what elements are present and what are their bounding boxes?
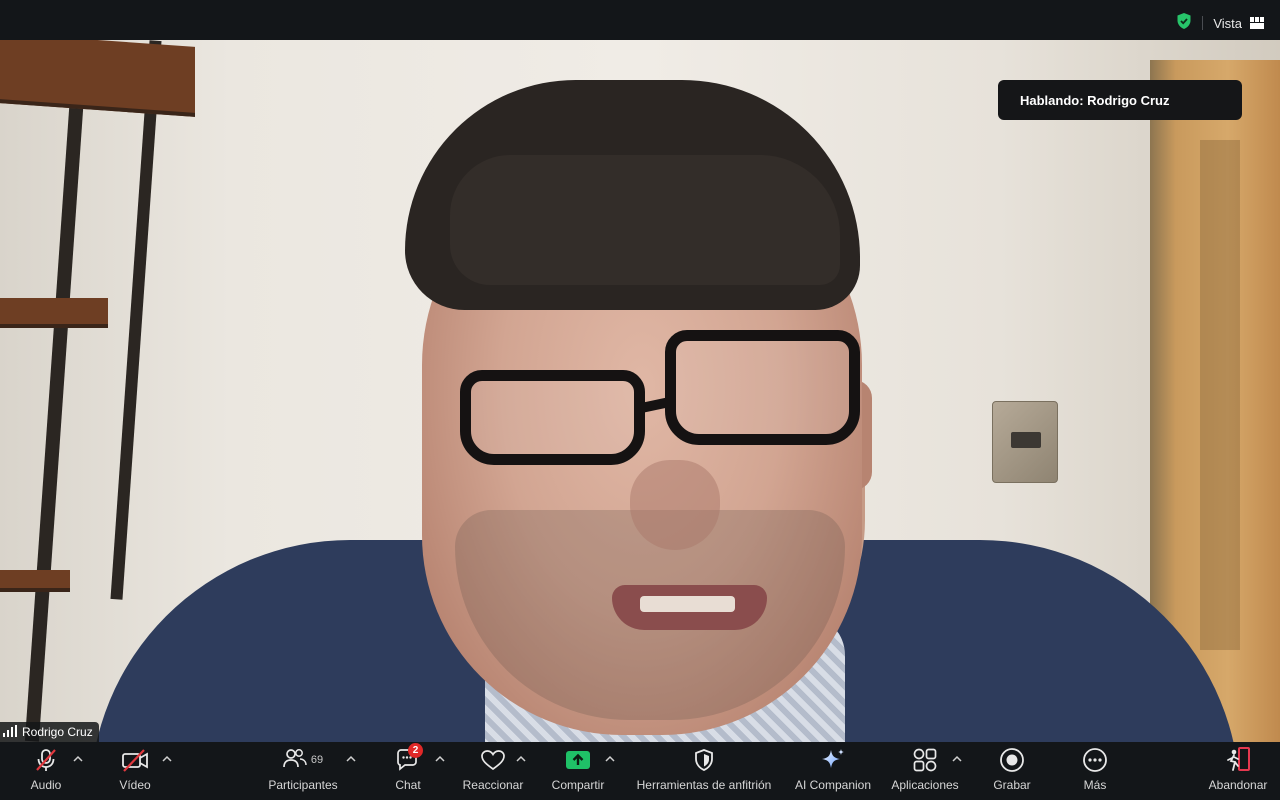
participants-options-chevron-up-icon[interactable]: [344, 752, 358, 764]
share-label: Compartir: [551, 778, 605, 792]
video-options-chevron-up-icon[interactable]: [160, 752, 174, 764]
apps-label: Aplicaciones: [891, 778, 959, 792]
video-label: Vídeo: [119, 778, 151, 792]
audio-label: Audio: [30, 778, 62, 792]
participants-label: Participantes: [268, 778, 338, 792]
apps-button[interactable]: Aplicaciones: [888, 742, 962, 800]
chat-icon: 2: [395, 742, 423, 778]
share-screen-icon: [565, 742, 591, 778]
active-speaker-video[interactable]: Hablando: Rodrigo Cruz Rodrigo Cruz: [0, 40, 1280, 742]
more-button[interactable]: Más: [1075, 742, 1115, 800]
audio-options-chevron-up-icon[interactable]: [71, 752, 85, 764]
participants-count: 69: [310, 754, 324, 766]
meeting-toolbar: Audio Vídeo 69 Participantes 2 Chat Reac…: [0, 742, 1280, 800]
host-tools-label: Herramientas de anfitrión: [636, 778, 772, 792]
ai-companion-label: AI Companion: [794, 778, 872, 792]
participant-name: Rodrigo Cruz: [22, 725, 93, 739]
more-dots-icon: [1082, 742, 1108, 778]
share-screen-button[interactable]: Compartir: [548, 742, 608, 800]
leave-door-icon: [1224, 742, 1252, 778]
glasses-lens-right: [665, 330, 860, 445]
speaking-label: Hablando: Rodrigo Cruz: [1020, 92, 1170, 108]
teeth: [640, 596, 735, 612]
share-options-chevron-up-icon[interactable]: [603, 752, 617, 764]
participants-icon-group: 69: [283, 742, 323, 778]
glasses-lens-left: [460, 370, 645, 465]
ai-companion-button[interactable]: AI Companion: [792, 742, 874, 800]
more-label: Más: [1083, 778, 1107, 792]
window-titlebar: Vista: [0, 0, 1280, 40]
shield-icon: [693, 742, 715, 778]
view-label: Vista: [1213, 15, 1242, 31]
heart-icon: [480, 742, 506, 778]
participant-figure: [0, 40, 1280, 742]
signal-strength-icon: [3, 724, 17, 740]
chat-button[interactable]: 2 Chat: [389, 742, 427, 800]
audio-button[interactable]: Audio: [26, 742, 66, 800]
react-label: Reaccionar: [462, 778, 524, 792]
host-tools-button[interactable]: Herramientas de anfitrión: [630, 742, 778, 800]
sparkle-icon: [819, 742, 847, 778]
record-button[interactable]: Grabar: [990, 742, 1034, 800]
leave-label: Abandonar: [1208, 778, 1268, 792]
titlebar-separator: [1202, 16, 1204, 30]
grid-view-icon: [1250, 17, 1264, 29]
apps-icon: [912, 742, 938, 778]
view-button[interactable]: Vista: [1213, 16, 1264, 31]
apps-options-chevron-up-icon[interactable]: [950, 752, 964, 764]
video-button[interactable]: Vídeo: [115, 742, 155, 800]
chat-label: Chat: [395, 778, 421, 792]
hair-front: [450, 155, 840, 285]
participants-button[interactable]: 69 Participantes: [263, 742, 343, 800]
participants-icon: [283, 747, 307, 774]
glasses: [440, 330, 860, 480]
record-label: Grabar: [993, 778, 1031, 792]
leave-meeting-button[interactable]: Abandonar: [1203, 742, 1273, 800]
participant-name-tag: Rodrigo Cruz: [0, 722, 99, 742]
chat-unread-badge: 2: [408, 743, 423, 758]
chat-options-chevron-up-icon[interactable]: [433, 752, 447, 764]
react-button[interactable]: Reaccionar: [460, 742, 526, 800]
microphone-muted-icon: [33, 742, 59, 778]
shield-check-icon[interactable]: [1176, 12, 1192, 35]
record-icon: [999, 742, 1025, 778]
camera-off-icon: [121, 742, 149, 778]
react-options-chevron-up-icon[interactable]: [514, 752, 528, 764]
titlebar-right-controls: Vista: [1176, 12, 1264, 34]
speaking-indicator: Hablando: Rodrigo Cruz: [998, 80, 1242, 120]
